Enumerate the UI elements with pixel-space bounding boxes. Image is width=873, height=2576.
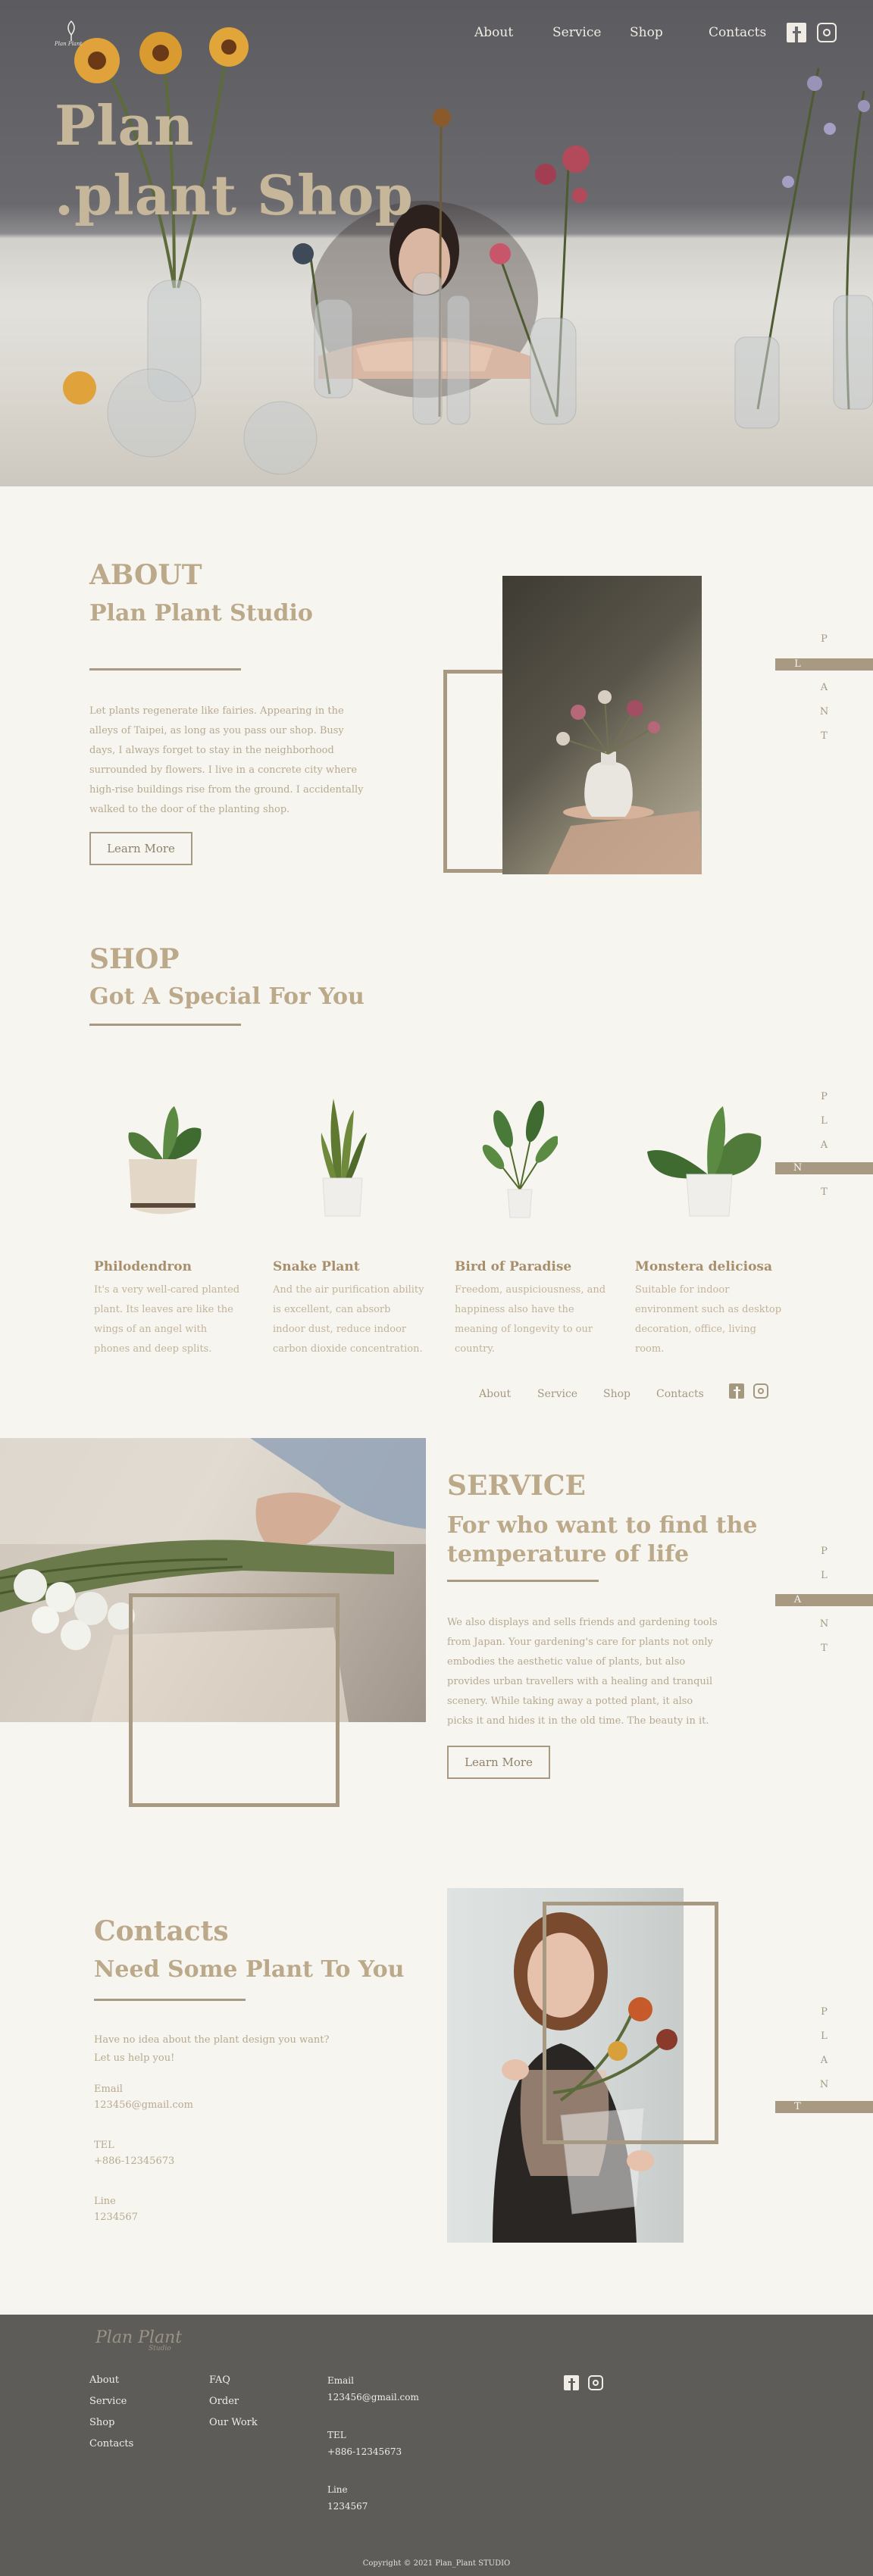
side-letter-l-2: L (821, 1115, 828, 1127)
side-letter-a-2: A (820, 1140, 829, 1151)
instagram-icon[interactable] (817, 23, 837, 42)
footer: Plan Plant Studio About Service Shop Con… (0, 2315, 873, 2576)
product-image-monstera[interactable] (640, 1099, 768, 1220)
side-letter-n-2: N (793, 1162, 803, 1174)
product-name-1[interactable]: Philodendron (94, 1259, 192, 1274)
footer-col2: FAQ Order Our Work (209, 2370, 258, 2434)
logo[interactable]: Plan Plant (55, 18, 88, 48)
contacts-line-value[interactable]: 1234567 (94, 2209, 138, 2226)
product-desc-3: Freedom, auspiciousness, and happiness a… (455, 1284, 606, 1355)
mini-nav-service[interactable]: Service (537, 1388, 577, 1400)
service-learn-more-button[interactable]: Learn More (447, 1746, 550, 1779)
product-name-4[interactable]: Monstera deliciosa (635, 1259, 772, 1274)
facebook-icon[interactable] (787, 23, 806, 42)
side-letter-p-3: P (821, 1546, 828, 1557)
side-letter-l: L (794, 658, 802, 670)
shop-subtitle: Got A Special For You (89, 983, 365, 1010)
mini-nav-about[interactable]: About (479, 1388, 511, 1400)
about-subtitle: Plan Plant Studio (89, 600, 313, 627)
side-letter-l-3: L (821, 1570, 828, 1581)
footer-link-faq[interactable]: FAQ (209, 2370, 258, 2391)
logo-text: Plan Plant (55, 41, 83, 47)
side-letter-a: A (820, 682, 829, 693)
footer-copyright: Copyright © 2021 Plan_Plant STUDIO (362, 2559, 511, 2568)
footer-facebook-icon[interactable] (564, 2375, 579, 2390)
mini-nav-contacts[interactable]: Contacts (656, 1388, 704, 1400)
footer-col1: About Service Shop Contacts (89, 2370, 133, 2455)
hero-title-line2: .plant Shop (55, 163, 414, 227)
side-letter-t-2: T (821, 1186, 828, 1198)
footer-email-label: Email (327, 2375, 354, 2386)
contacts-subtitle: Need Some Plant To You (94, 1956, 405, 1983)
footer-line-label: Line (327, 2484, 348, 2495)
shop-title: SHOP (89, 943, 180, 975)
contacts-email-value[interactable]: 123456@gmail.com (94, 2097, 193, 2114)
product-name-3[interactable]: Bird of Paradise (455, 1259, 571, 1274)
contacts-photo-frame (543, 1902, 718, 2144)
footer-instagram-icon[interactable] (588, 2375, 603, 2390)
service-paragraph: We also displays and sells friends and g… (447, 1617, 718, 1727)
footer-email-value[interactable]: 123456@gmail.com (327, 2389, 419, 2406)
contacts-title: Contacts (94, 1915, 229, 1947)
hero-photo (63, 27, 873, 475)
about-learn-more-button[interactable]: Learn More (89, 832, 192, 865)
product-desc-1: It's a very well-cared planted plant. It… (94, 1284, 240, 1355)
side-letter-t: T (821, 730, 828, 742)
contacts-tel-label: TEL (94, 2140, 114, 2151)
contacts-intro-line1: Have no idea about the plant design you … (94, 2034, 330, 2046)
side-letter-a-4: A (820, 2055, 829, 2066)
product-image-snake-plant[interactable] (312, 1095, 373, 1220)
service-subtitle-line1: For who want to find the (447, 1512, 758, 1539)
footer-contact-info: Email 123456@gmail.com TEL +886-12345673… (327, 2372, 419, 2515)
service-subtitle-line2: temperature of life (447, 1541, 690, 1568)
nav-shop[interactable]: Shop (630, 25, 663, 40)
footer-link-contacts[interactable]: Contacts (89, 2434, 133, 2455)
side-letter-p: P (821, 633, 828, 645)
side-letter-t-3: T (821, 1643, 828, 1654)
side-letter-n-3: N (819, 1618, 830, 1630)
mini-facebook-icon[interactable] (729, 1383, 744, 1399)
nav-service[interactable]: Service (552, 25, 601, 40)
about-vase-photo (502, 576, 702, 874)
side-letter-l-4: L (821, 2030, 828, 2042)
footer-link-shop[interactable]: Shop (89, 2412, 133, 2434)
product-image-bird-of-paradise[interactable] (482, 1095, 559, 1220)
product-image-philodendron[interactable] (121, 1099, 205, 1220)
contacts-line-label: Line (94, 2196, 116, 2207)
product-desc-2: And the air purification ability is exce… (273, 1284, 424, 1355)
side-letter-t-4: T (794, 2101, 802, 2112)
service-title: SERVICE (447, 1470, 586, 1502)
contacts-intro-line2: Let us help you! (94, 2052, 175, 2064)
footer-tel-label: TEL (327, 2430, 346, 2440)
contacts-divider (94, 1999, 246, 2001)
shop-divider (89, 1024, 241, 1026)
nav-contacts[interactable]: Contacts (709, 25, 766, 40)
service-photo-frame (129, 1593, 340, 1807)
about-divider (89, 668, 241, 671)
footer-link-service[interactable]: Service (89, 2391, 133, 2412)
footer-tel-value[interactable]: +886-12345673 (327, 2443, 419, 2460)
footer-link-our-work[interactable]: Our Work (209, 2412, 258, 2434)
hero-banner: Plan Plant About Service Shop Contacts P… (0, 0, 873, 486)
side-letter-p-2: P (821, 1091, 828, 1102)
nav-about[interactable]: About (474, 25, 513, 40)
side-letter-a-3: A (793, 1594, 803, 1605)
footer-logo-sub: Studio (149, 2345, 171, 2352)
hero-title-line1: Plan (55, 93, 195, 158)
mini-nav-shop[interactable]: Shop (603, 1388, 630, 1400)
side-letter-p-4: P (821, 2006, 828, 2018)
service-divider (447, 1580, 599, 1582)
contacts-tel-value[interactable]: +886-12345673 (94, 2153, 174, 2170)
contacts-email-label: Email (94, 2084, 123, 2095)
footer-line-value[interactable]: 1234567 (327, 2498, 419, 2515)
about-paragraph: Let plants regenerate like fairies. Appe… (89, 705, 364, 815)
mini-instagram-icon[interactable] (753, 1383, 768, 1399)
side-letter-n-4: N (819, 2079, 830, 2090)
product-name-2[interactable]: Snake Plant (273, 1259, 360, 1274)
footer-link-about[interactable]: About (89, 2370, 133, 2391)
product-desc-4: Suitable for indoor environment such as … (635, 1284, 782, 1355)
side-letter-n: N (819, 706, 830, 717)
footer-link-order[interactable]: Order (209, 2391, 258, 2412)
about-title: ABOUT (89, 559, 202, 591)
